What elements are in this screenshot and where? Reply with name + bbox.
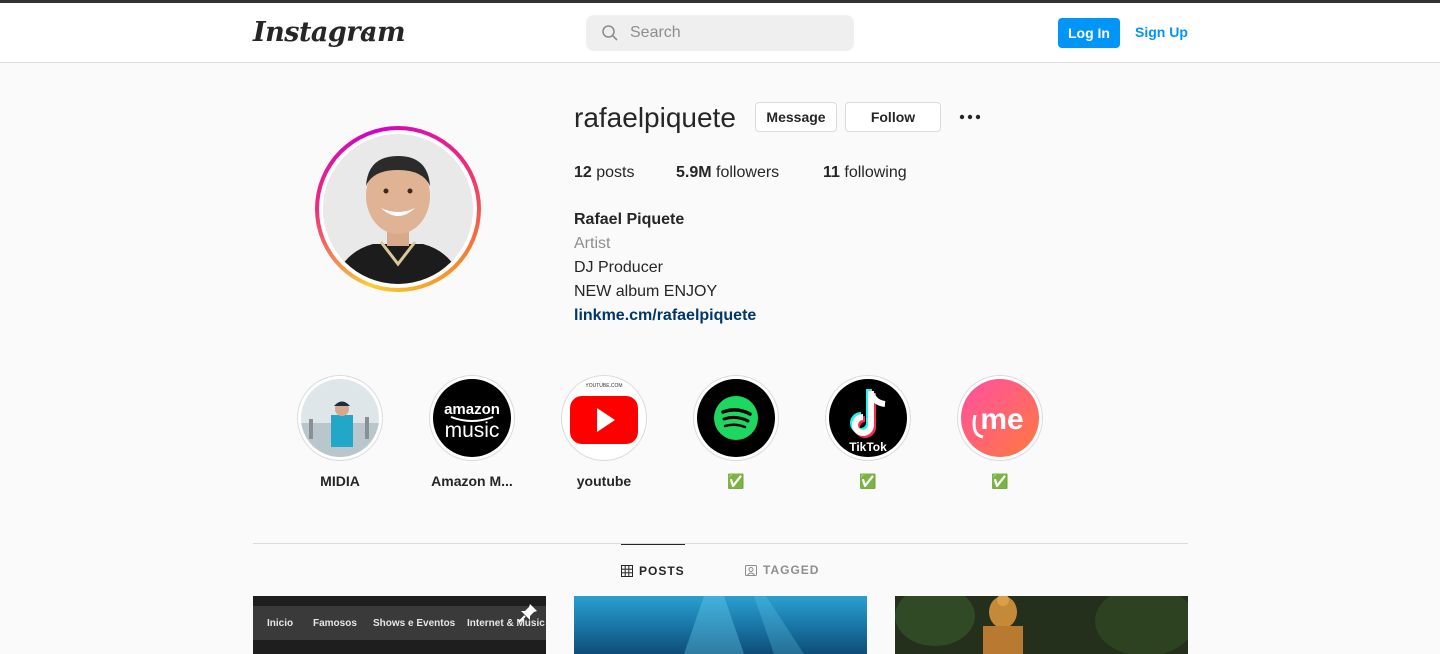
post-underwater-image xyxy=(684,596,804,654)
profile-photo xyxy=(323,134,473,284)
tab-posts-label: POSTS xyxy=(639,564,685,578)
stat-posts-label: posts xyxy=(596,164,635,181)
stat-posts-count: 12 xyxy=(574,164,592,181)
avatar[interactable] xyxy=(323,134,473,284)
highlight-ring xyxy=(297,375,383,461)
message-button[interactable]: Message xyxy=(755,102,837,132)
search-box[interactable] xyxy=(586,15,854,51)
highlight-label: MIDIA xyxy=(320,473,360,489)
story-ring[interactable] xyxy=(315,126,481,292)
tiktok-logo-icon: TikTok xyxy=(829,379,907,457)
stat-following-count: 11 xyxy=(823,164,840,181)
stat-posts: 12 posts xyxy=(574,164,635,182)
tabs-divider xyxy=(253,543,1188,544)
highlight-ring: amazon music xyxy=(429,375,515,461)
tab-posts[interactable]: POSTS xyxy=(621,544,685,596)
top-navbar: Instagram Log In Sign Up xyxy=(0,3,1440,63)
tab-tagged-label: TAGGED xyxy=(763,563,820,577)
tagged-icon xyxy=(745,565,757,576)
stat-following[interactable]: 11 following xyxy=(823,164,907,182)
post-nav-item: Famosos xyxy=(313,618,357,629)
post-nav-item: Shows e Eventos xyxy=(373,618,456,629)
youtube-url-text: YOUTUBE.COM xyxy=(585,383,622,389)
amazon-music-logo-icon: amazon music xyxy=(433,379,511,457)
highlight-midia[interactable]: MIDIA xyxy=(297,375,383,489)
instagram-logo[interactable]: Instagram xyxy=(253,17,406,48)
linkme-logo-icon: me xyxy=(961,379,1039,457)
post-tile[interactable] xyxy=(895,596,1188,654)
profile-category: Artist xyxy=(574,235,611,252)
profile-username: rafaelpiquete xyxy=(574,102,736,133)
highlight-ring: TikTok xyxy=(825,375,911,461)
tiktok-logo-text: TikTok xyxy=(849,440,887,454)
stat-followers[interactable]: 5.9M followers xyxy=(676,164,779,182)
highlight-label: youtube xyxy=(576,473,632,489)
chevron-down-icon[interactable] xyxy=(362,25,376,39)
profile-bio: Rafael Piquete Artist DJ Producer NEW al… xyxy=(574,208,756,328)
highlight-youtube[interactable]: YOUTUBE.COM youtube xyxy=(561,375,647,489)
post-tile[interactable]: Inicio Famosos Shows e Eventos Internet … xyxy=(253,596,546,654)
profile-website-link[interactable]: linkme.cm/rafaelpiquete xyxy=(574,304,756,328)
profile-full-name: Rafael Piquete xyxy=(574,211,685,228)
signup-link[interactable]: Sign Up xyxy=(1135,24,1188,40)
grid-icon xyxy=(621,565,633,577)
highlight-label: ✅ xyxy=(991,473,1009,489)
spotify-logo-icon xyxy=(697,379,775,457)
highlight-amazon-music[interactable]: amazon music Amazon M... xyxy=(429,375,515,489)
bio-line: DJ Producer xyxy=(574,259,663,276)
highlight-ring xyxy=(693,375,779,461)
tab-tagged[interactable]: TAGGED xyxy=(745,544,825,596)
more-options-icon[interactable] xyxy=(958,108,982,126)
amazon-logo-text: amazon xyxy=(444,401,500,418)
post-nav-item: Inicio xyxy=(267,618,294,629)
youtube-logo-icon: YOUTUBE.COM xyxy=(565,379,643,457)
highlight-label: ✅ xyxy=(859,473,877,489)
bio-line: NEW album ENJOY xyxy=(574,283,718,300)
highlight-label: Amazon M... xyxy=(431,473,513,489)
pin-icon xyxy=(518,604,537,623)
stat-followers-count: 5.9M xyxy=(676,164,712,181)
stat-followers-label: followers xyxy=(716,164,780,181)
highlight-ring: YOUTUBE.COM xyxy=(561,375,647,461)
avatar-frame xyxy=(319,130,477,288)
highlight-tiktok[interactable]: TikTok ✅ xyxy=(825,375,911,490)
post-tile[interactable] xyxy=(574,596,867,654)
post-statue-image xyxy=(895,596,1188,654)
highlight-linkme[interactable]: me ✅ xyxy=(957,375,1043,490)
highlight-label: ✅ xyxy=(727,473,745,489)
follow-button[interactable]: Follow xyxy=(845,102,941,132)
search-icon xyxy=(602,25,618,41)
login-button[interactable]: Log In xyxy=(1058,18,1120,48)
stat-following-label: following xyxy=(844,164,907,181)
music-logo-text: music xyxy=(445,419,500,442)
highlight-spotify[interactable]: ✅ xyxy=(693,375,779,490)
midia-photo-icon xyxy=(301,379,379,457)
highlight-ring: me xyxy=(957,375,1043,461)
search-input[interactable] xyxy=(630,15,840,51)
linkme-logo-text: me xyxy=(980,403,1023,436)
